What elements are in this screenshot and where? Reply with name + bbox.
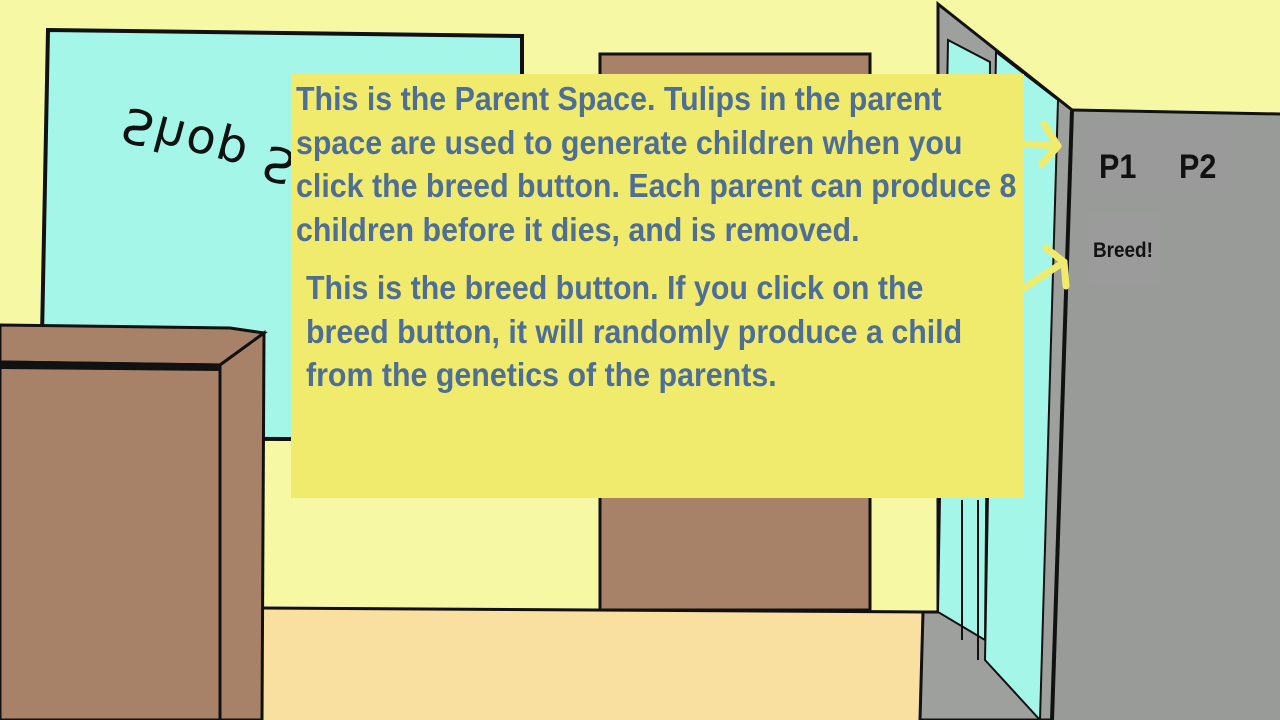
parent-slot-2-label: P2	[1179, 148, 1217, 186]
tutorial-panel: This is the Parent Space. Tulips in the …	[291, 74, 1024, 498]
breed-button-tutorial-text: This is the breed button. If you click o…	[306, 269, 963, 393]
cabinet-top	[0, 323, 268, 367]
parent-space-tutorial-text: This is the Parent Space. Tulips in the …	[296, 80, 1017, 248]
grey-wall	[1052, 110, 1280, 720]
parent-space[interactable]: P1 P2	[1087, 122, 1231, 190]
breed-button-label: Breed!	[1093, 239, 1153, 262]
breed-button[interactable]: Breed!	[1089, 213, 1161, 285]
game-scene: Shop S This is the Parent Space. Tulips …	[0, 0, 1280, 720]
parent-slot-1-label: P1	[1099, 148, 1137, 186]
cabinet-front	[0, 360, 222, 720]
cabinet-side	[218, 330, 266, 720]
